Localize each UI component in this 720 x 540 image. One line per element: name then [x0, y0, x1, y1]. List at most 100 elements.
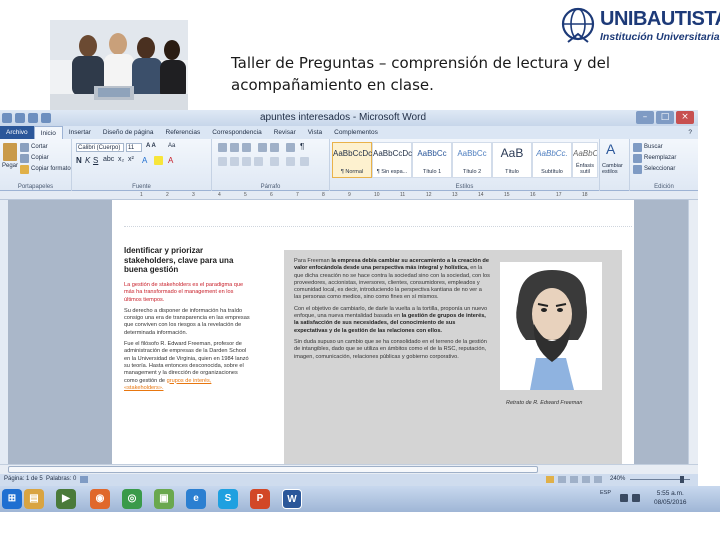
word-count[interactable]: Palabras: 0 — [46, 476, 76, 482]
help-icon[interactable]: ? — [682, 126, 698, 139]
tab-revisar[interactable]: Revisar — [268, 126, 302, 139]
draft-icon[interactable] — [594, 476, 602, 483]
change-case-icon[interactable]: Aa — [168, 143, 175, 149]
shading-icon[interactable] — [286, 157, 295, 166]
underline-icon[interactable]: S — [93, 156, 98, 165]
align-right-icon[interactable] — [242, 157, 251, 166]
superscript-icon[interactable]: x² — [128, 156, 134, 163]
style-no-spacing[interactable]: AaBbCcDc ¶ Sin espa... — [372, 142, 412, 178]
proofing-icon[interactable] — [80, 476, 88, 483]
save-icon[interactable] — [15, 113, 25, 123]
find-button[interactable]: Buscar — [644, 144, 663, 150]
horizontal-scrollbar[interactable] — [0, 464, 698, 474]
outline-icon[interactable] — [582, 476, 590, 483]
tab-archivo[interactable]: Archivo — [0, 126, 34, 139]
font-size-select[interactable]: 11 — [126, 143, 142, 152]
tab-correspondencia[interactable]: Correspondencia — [206, 126, 268, 139]
zoom-level[interactable]: 240% — [610, 476, 625, 482]
italic-icon[interactable]: K — [85, 156, 90, 165]
replace-button[interactable]: Reemplazar — [644, 155, 676, 161]
multilevel-list-icon[interactable] — [242, 143, 251, 152]
bold-icon[interactable]: N — [76, 156, 82, 165]
horizontal-ruler[interactable]: 1 2 3 4 5 6 7 8 9 10 11 12 13 14 15 16 17 18 — [0, 191, 698, 200]
style-heading-1[interactable]: AaBbCc Título 1 — [412, 142, 452, 178]
align-left-icon[interactable] — [218, 157, 227, 166]
network-icon[interactable] — [620, 494, 628, 502]
web-layout-icon[interactable] — [570, 476, 578, 483]
tab-vista[interactable]: Vista — [302, 126, 328, 139]
powerpoint-glyph: P — [256, 493, 264, 504]
format-painter-button[interactable]: Copiar formato — [31, 166, 71, 172]
font-name-select[interactable]: Calibri (Cuerpo) — [76, 143, 124, 152]
volume-icon[interactable] — [632, 494, 640, 502]
line-spacing-icon[interactable] — [270, 157, 279, 166]
style-normal[interactable]: AaBbCcDc ¶ Normal — [332, 142, 372, 178]
justify-icon[interactable] — [254, 157, 263, 166]
internet-explorer-icon[interactable]: e — [186, 489, 206, 509]
tab-referencias[interactable]: Referencias — [160, 126, 207, 139]
show-marks-icon[interactable]: ¶ — [300, 142, 304, 151]
tab-diseno-pagina[interactable]: Diseño de página — [97, 126, 160, 139]
word-app-icon[interactable] — [2, 113, 12, 123]
chrome-icon[interactable]: ◎ — [122, 489, 142, 509]
style-subtle-emphasis[interactable]: AaBbCcDc Énfasis sutil — [572, 142, 598, 178]
find-icon[interactable] — [633, 143, 642, 152]
close-icon[interactable]: × — [676, 111, 694, 124]
cut-button[interactable]: Cortar — [31, 144, 48, 150]
clock[interactable]: 5:55 a.m. 08/05/2016 — [654, 489, 687, 507]
style-subtitle[interactable]: AaBbCc. Subtítulo — [532, 142, 572, 178]
tab-inicio[interactable]: Inicio — [33, 126, 63, 139]
document-page[interactable]: Identificar y priorizar stakeholders, cl… — [112, 200, 634, 464]
page-count[interactable]: Página: 1 de 5 — [4, 476, 43, 482]
style-heading-2[interactable]: AaBbCc Título 2 — [452, 142, 492, 178]
bullets-icon[interactable] — [218, 143, 227, 152]
highlight-icon[interactable] — [154, 156, 163, 165]
decrease-indent-icon[interactable] — [258, 143, 267, 152]
select-button[interactable]: Seleccionar — [644, 166, 675, 172]
undo-icon[interactable] — [28, 113, 38, 123]
media-player-icon[interactable]: ▶ — [56, 489, 76, 509]
redo-icon[interactable] — [41, 113, 51, 123]
numbering-icon[interactable] — [230, 143, 239, 152]
tray-language[interactable]: ESP — [600, 490, 611, 496]
paste-icon[interactable] — [3, 143, 17, 161]
powerpoint-icon[interactable]: P — [250, 489, 270, 509]
start-icon[interactable]: ⊞ — [2, 489, 22, 509]
ruler-number: 8 — [322, 192, 325, 198]
word-icon[interactable]: W — [282, 489, 302, 509]
change-styles-button[interactable]: Cambiar estilos — [602, 163, 630, 175]
skype-icon[interactable]: S — [218, 489, 238, 509]
tab-complementos[interactable]: Complementos — [328, 126, 384, 139]
increase-indent-icon[interactable] — [270, 143, 279, 152]
subscript-icon[interactable]: x₂ — [118, 156, 124, 163]
photos-icon[interactable]: ▣ — [154, 489, 174, 509]
maximize-icon[interactable]: □ — [656, 111, 674, 124]
paste-button[interactable]: Pegar — [2, 163, 18, 169]
style-title[interactable]: AaB Título — [492, 142, 532, 178]
strikethrough-icon[interactable]: abc — [103, 156, 114, 163]
minimize-icon[interactable]: – — [636, 111, 654, 124]
replace-icon[interactable] — [633, 154, 642, 163]
firefox-icon[interactable]: ◉ — [90, 489, 110, 509]
zoom-slider-thumb[interactable] — [680, 476, 684, 483]
cut-icon[interactable] — [20, 143, 29, 152]
select-icon[interactable] — [633, 165, 642, 174]
full-screen-icon[interactable] — [558, 476, 566, 483]
text-effects-icon[interactable]: A — [142, 156, 147, 165]
copy-icon[interactable] — [20, 154, 29, 163]
tab-insertar[interactable]: Insertar — [63, 126, 97, 139]
horizontal-scroll-thumb[interactable] — [8, 466, 538, 473]
explorer-icon[interactable]: ▤ — [24, 489, 44, 509]
borders-icon[interactable] — [300, 157, 309, 166]
vertical-scrollbar[interactable] — [688, 200, 698, 464]
align-center-icon[interactable] — [230, 157, 239, 166]
grow-font-icon[interactable]: A A — [146, 143, 156, 149]
font-color-icon[interactable]: A — [168, 156, 173, 165]
vertical-ruler[interactable] — [0, 200, 8, 464]
change-styles-icon[interactable]: A — [606, 141, 615, 157]
title-bar[interactable]: apuntes interesados - Microsoft Word – □… — [0, 110, 698, 126]
print-layout-icon[interactable] — [546, 476, 554, 483]
copy-button[interactable]: Copiar — [31, 155, 49, 161]
sort-icon[interactable] — [286, 143, 295, 152]
format-painter-icon[interactable] — [20, 165, 29, 174]
